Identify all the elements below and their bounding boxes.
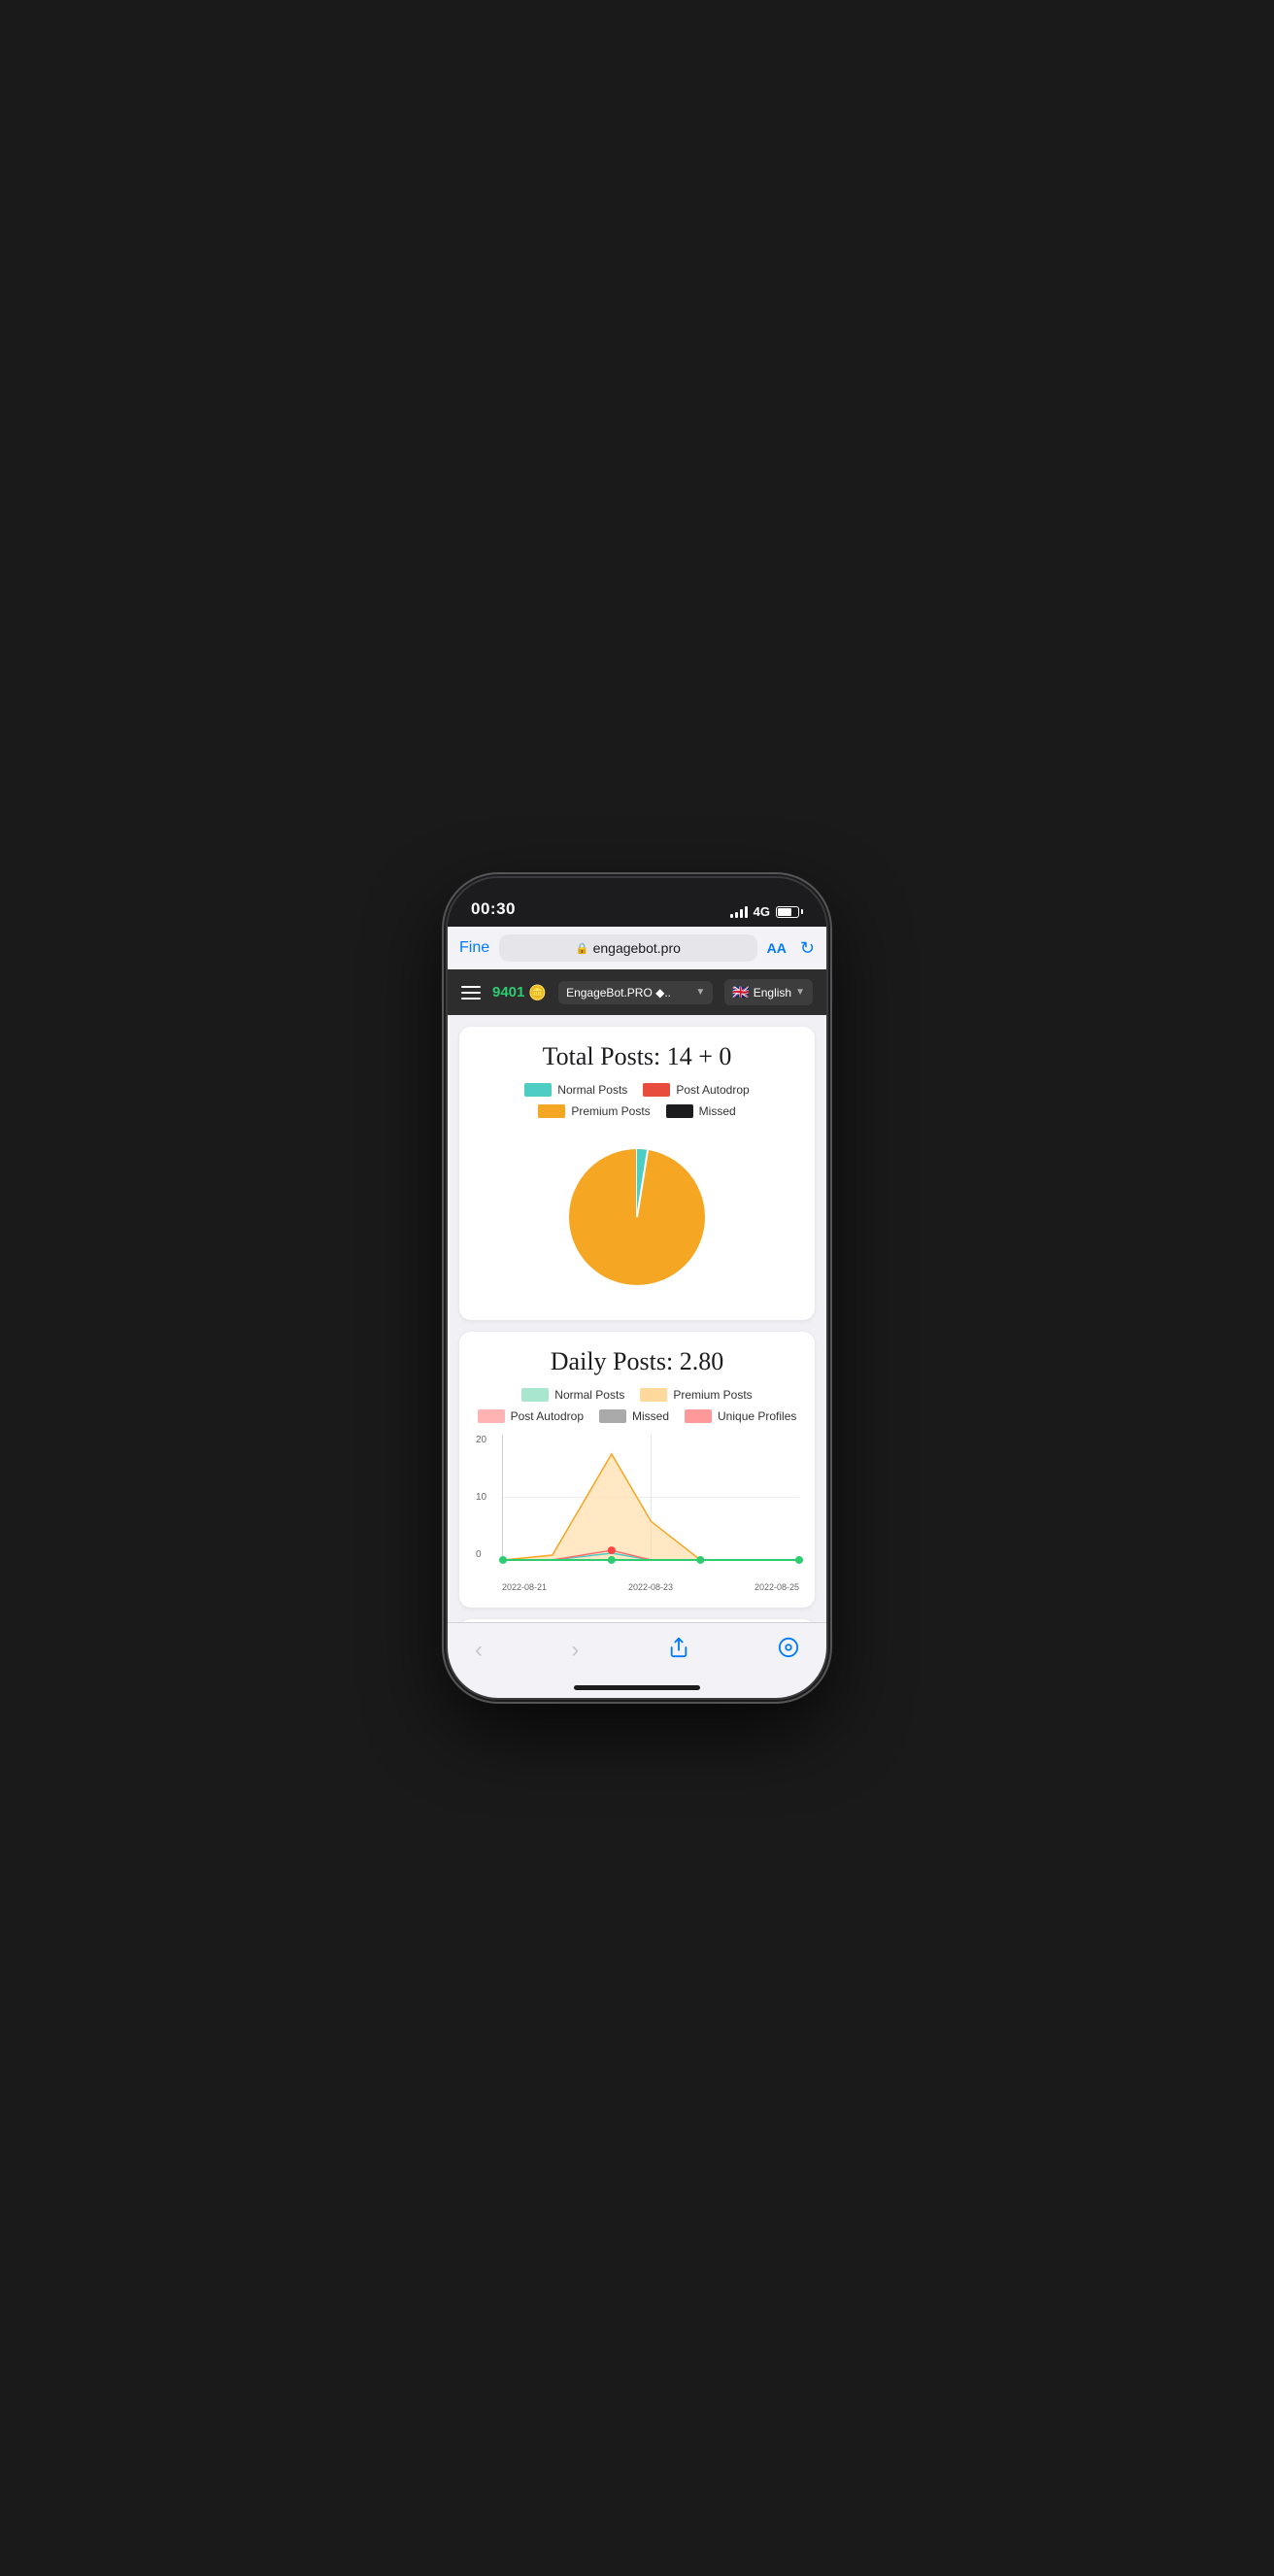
total-posts-title: Total Posts: 14 + 0 <box>475 1042 799 1071</box>
bottom-browser-bar: ‹ › <box>448 1622 826 1678</box>
daily-missed-color <box>599 1409 626 1423</box>
language-selector-dropdown[interactable]: 🇬🇧 English ▼ <box>724 979 813 1005</box>
daily-posts-card: Daily Posts: 2.80 Normal Posts Premium P… <box>459 1332 815 1608</box>
app-nav-bar: 9401 🪙 EngageBot.PRO ◆.. ▼ 🇬🇧 English ▼ <box>448 969 826 1015</box>
unique-dot-4 <box>795 1556 803 1564</box>
browser-back-button[interactable]: ‹ <box>471 1633 486 1668</box>
lock-icon: 🔒 <box>576 942 589 955</box>
browser-bar: Fine 🔒 engagebot.pro AA ↻ <box>448 927 826 969</box>
total-posts-pie-chart <box>559 1139 715 1295</box>
daily-missed-label: Missed <box>632 1409 669 1423</box>
total-posts-legend: Normal Posts Post Autodrop Premium Posts… <box>475 1083 799 1118</box>
y-label-0: 0 <box>476 1549 486 1560</box>
daily-posts-title: Daily Posts: 2.80 <box>475 1347 799 1376</box>
unique-dot-2 <box>608 1556 616 1564</box>
normal-posts-label: Normal Posts <box>557 1083 627 1097</box>
network-type: 4G <box>754 904 770 919</box>
daily-legend-unique: Unique Profiles <box>685 1409 796 1423</box>
coin-icon: 🪙 <box>528 984 547 1001</box>
unique-dot-1 <box>499 1556 507 1564</box>
daily-posts-chart: 20 10 0 <box>475 1435 799 1592</box>
daily-premium-color <box>640 1388 667 1402</box>
premium-posts-color <box>538 1104 565 1118</box>
language-chevron-icon: ▼ <box>795 987 805 998</box>
legend-item-premium: Premium Posts <box>538 1104 650 1118</box>
x-label-2: 2022-08-23 <box>628 1582 673 1592</box>
autodrop-label: Post Autodrop <box>676 1083 749 1097</box>
premium-posts-label: Premium Posts <box>571 1104 650 1118</box>
unique-dot-3 <box>696 1556 704 1564</box>
daily-legend-premium: Premium Posts <box>640 1388 752 1402</box>
daily-premium-label: Premium Posts <box>673 1388 752 1402</box>
address-text: engagebot.pro <box>593 940 681 956</box>
phone-frame: 00:30 4G Fine 🔒 engagebot.pro AA <box>448 878 826 1698</box>
y-label-20: 20 <box>476 1435 486 1445</box>
status-time: 00:30 <box>471 899 516 919</box>
daily-legend-missed: Missed <box>599 1409 669 1423</box>
status-icons: 4G <box>730 904 803 919</box>
total-posts-card: Total Posts: 14 + 0 Normal Posts Post Au… <box>459 1027 815 1320</box>
daily-legend-normal: Normal Posts <box>521 1388 624 1402</box>
coin-count: 9401 <box>492 984 524 1000</box>
daily-autodrop-label: Post Autodrop <box>511 1409 584 1423</box>
missed-color <box>666 1104 693 1118</box>
phone-notch <box>564 878 710 907</box>
normal-posts-color <box>524 1083 552 1097</box>
signal-bars-icon <box>730 906 748 918</box>
browser-address-bar[interactable]: 🔒 engagebot.pro <box>499 934 757 962</box>
browser-back-label[interactable]: Fine <box>459 939 489 957</box>
flag-icon: 🇬🇧 <box>732 984 749 1000</box>
daily-autodrop-color <box>478 1409 505 1423</box>
coins-display: 9401 🪙 <box>492 984 547 1001</box>
chevron-down-icon: ▼ <box>695 987 705 998</box>
line-chart-svg <box>503 1435 799 1560</box>
x-label-3: 2022-08-25 <box>754 1582 799 1592</box>
browser-forward-button[interactable]: › <box>567 1633 583 1668</box>
daily-unique-color <box>685 1409 712 1423</box>
app-selector-label: EngageBot.PRO ◆.. <box>566 986 671 1000</box>
y-label-10: 10 <box>476 1492 486 1503</box>
home-indicator <box>448 1678 826 1698</box>
legend-item-normal: Normal Posts <box>524 1083 627 1097</box>
language-label: English <box>754 986 791 1000</box>
refresh-button[interactable]: ↻ <box>800 938 815 959</box>
daily-normal-color <box>521 1388 549 1402</box>
browser-actions: AA ↻ <box>767 938 815 959</box>
missed-label: Missed <box>699 1104 736 1118</box>
daily-unique-label: Unique Profiles <box>718 1409 796 1423</box>
autodrop-dot <box>608 1546 616 1554</box>
app-selector-dropdown[interactable]: EngageBot.PRO ◆.. ▼ <box>558 981 713 1004</box>
battery-icon <box>776 906 803 918</box>
legend-item-missed: Missed <box>666 1104 736 1118</box>
hamburger-menu-button[interactable] <box>461 986 481 1000</box>
legend-item-autodrop: Post Autodrop <box>643 1083 749 1097</box>
home-pill <box>574 1685 700 1690</box>
x-label-1: 2022-08-21 <box>502 1582 547 1592</box>
daily-legend-autodrop: Post Autodrop <box>478 1409 584 1423</box>
autodrop-color <box>643 1083 670 1097</box>
main-content: Total Posts: 14 + 0 Normal Posts Post Au… <box>448 1015 826 1622</box>
daily-posts-legend: Normal Posts Premium Posts Post Autodrop… <box>475 1388 799 1423</box>
compass-button[interactable] <box>774 1633 803 1668</box>
share-button[interactable] <box>664 1633 693 1668</box>
daily-normal-label: Normal Posts <box>554 1388 624 1402</box>
pie-chart-container <box>475 1130 799 1305</box>
reader-mode-button[interactable]: AA <box>767 940 787 956</box>
